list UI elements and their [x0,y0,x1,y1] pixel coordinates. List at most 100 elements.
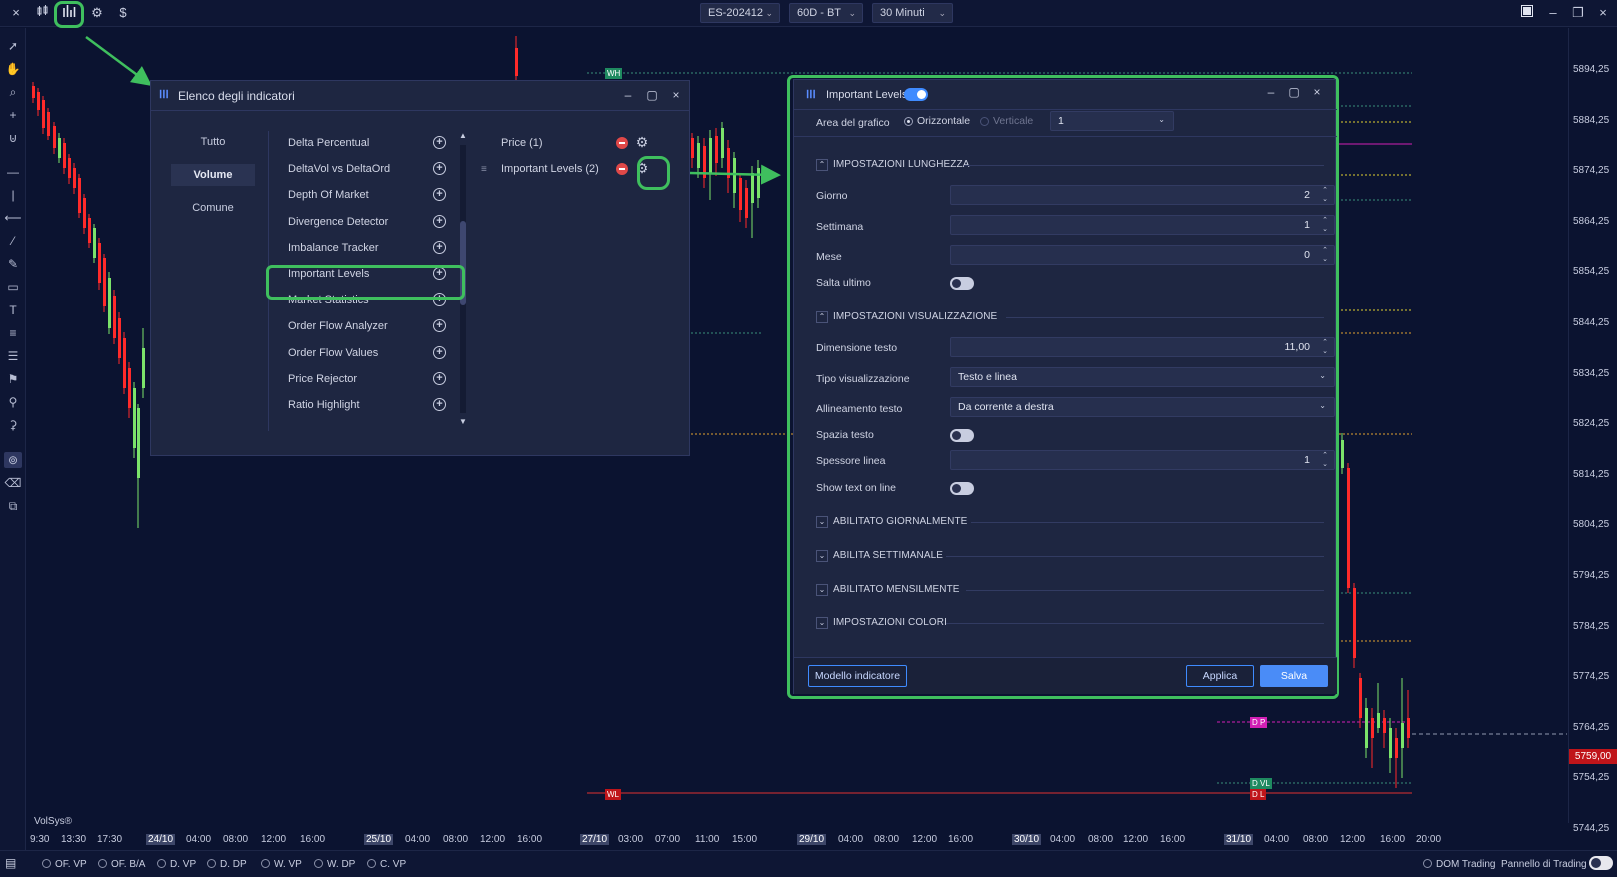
indicator-row[interactable]: Order Flow Values + [288,343,462,365]
stepper-icon[interactable]: ⌃ ⌄ [1322,186,1328,204]
stepper-icon[interactable]: ⌃ ⌄ [1322,451,1328,469]
category-comune[interactable]: Comune [171,197,255,219]
category-tutto[interactable]: Tutto [171,131,255,153]
section-weekly[interactable]: ⌄ ABILITA SETTIMANALE [816,550,1324,564]
maximize-icon[interactable]: ▢ [645,88,659,102]
restore-icon[interactable]: ❐ [1569,4,1587,22]
magnet-icon[interactable]: ⊍ [4,130,22,146]
add-indicator-icon[interactable]: + [433,240,446,254]
horizontal-line-icon[interactable]: — [4,164,22,180]
add-indicator-icon[interactable]: + [433,398,446,411]
status-item[interactable]: W. DP [314,859,355,870]
allineamento-select[interactable]: Da corrente a destra ⌄ [950,397,1335,417]
indicator-row[interactable]: Price Rejector + [288,369,462,391]
stepper-icon[interactable]: ⌃ ⌄ [1322,338,1328,356]
apply-button[interactable]: Applica [1186,665,1254,687]
close-window-icon[interactable]: × [1594,4,1612,22]
remove-indicator-icon[interactable] [616,163,628,175]
section-length[interactable]: ⌃ IMPOSTAZIONI LUNGHEZZA [816,159,1324,173]
indicator-window-titlebar[interactable]: ⅠⅠⅠ Elenco degli indicatori – ▢ × [151,81,689,111]
status-item[interactable]: OF. B/A [98,859,145,870]
indicator-template-button[interactable]: Modello indicatore [808,665,907,687]
time-axis[interactable]: 9:30 13:30 17:30 24/10 04:00 08:00 12:00 16:00 2… [27,832,1567,849]
lines-icon[interactable]: ≡ [4,325,22,341]
hand-icon[interactable]: ✋ [4,61,22,77]
fib-icon[interactable]: ☰ [4,348,22,364]
eraser-icon[interactable]: ⌫ [4,475,22,491]
scroll-up-icon[interactable]: ▲ [459,131,467,141]
ray-icon[interactable]: ⟵ [4,210,22,226]
layout-icon[interactable] [1518,4,1536,22]
add-indicator-icon[interactable]: + [433,136,446,149]
trendline-icon[interactable]: ⁄ [4,233,22,249]
scroll-down-icon[interactable]: ▼ [459,417,467,427]
stepper-icon[interactable]: ⌃ ⌄ [1322,246,1328,264]
indicator-row[interactable]: DeltaVol vs DeltaOrd + [288,159,462,181]
minimize-icon[interactable]: – [621,88,635,102]
status-item[interactable]: W. VP [261,859,302,870]
show-text-toggle[interactable] [950,482,974,495]
close-icon[interactable]: × [669,88,683,102]
add-indicator-icon[interactable]: + [433,371,446,385]
orientation-horizontal-radio[interactable] [904,117,913,126]
measure-icon[interactable]: ⚳ [4,417,22,433]
add-indicator-icon[interactable]: + [433,214,446,228]
add-indicator-icon[interactable]: + [433,345,446,359]
dim-testo-input[interactable]: 11,00 ⌃ ⌄ [950,337,1335,357]
orientation-vertical-radio[interactable] [980,117,989,126]
giorno-input[interactable]: 2 ⌃ ⌄ [950,185,1335,205]
status-item[interactable]: OF. VP [42,859,87,870]
price-note-icon[interactable]: ⚲ [4,394,22,410]
close-icon[interactable]: × [1310,85,1324,99]
mese-input[interactable]: 0 ⌃ ⌄ [950,245,1335,265]
terminal-icon[interactable]: ▤ [5,856,19,870]
active-indicator-row[interactable]: Price (1) ⚙ [491,133,666,155]
section-colors[interactable]: ⌄ IMPOSTAZIONI COLORI [816,617,1324,631]
zoom-icon[interactable]: ⌕ [4,84,22,100]
minimize-icon[interactable]: – [1544,4,1562,22]
status-item[interactable]: C. VP [367,859,406,870]
add-indicator-icon[interactable]: + [433,162,446,176]
indicator-row[interactable]: Delta Percentual + [288,133,462,155]
dollar-icon[interactable]: $ [113,4,133,22]
indicator-row[interactable]: Imbalance Tracker + [288,238,462,260]
maximize-icon[interactable]: ▢ [1287,85,1301,99]
cursor-icon[interactable]: ➚ [4,38,22,54]
settimana-input[interactable]: 1 ⌃ ⌄ [950,215,1335,235]
section-monthly[interactable]: ⌄ ABILITATO MENSILMENTE [816,584,1324,598]
close-icon[interactable]: × [6,4,26,22]
brush-icon[interactable]: ✎ [4,256,22,272]
indicator-row[interactable]: Depth Of Market + [288,185,462,207]
add-indicator-icon[interactable]: + [433,188,446,202]
timeframe-select[interactable]: 30 Minuti ⌄ [872,3,953,23]
lock-icon[interactable]: ⊚ [4,452,22,468]
section-daily[interactable]: ⌄ ABILITATO GIORNALMENTE [816,516,1324,530]
indicator-row[interactable]: Divergence Detector + [288,212,462,234]
layers-icon[interactable]: ⧉ [4,498,22,514]
candles-icon[interactable] [33,4,53,22]
remove-indicator-icon[interactable] [616,137,628,149]
vertical-line-icon[interactable]: | [4,187,22,203]
category-volume[interactable]: Volume [171,164,255,186]
drag-handle-icon[interactable]: ≡ [481,164,487,175]
indicator-enabled-toggle[interactable] [904,88,928,101]
chart-area-select[interactable]: 1 ⌄ [1050,111,1174,131]
indicator-row[interactable]: Ratio Highlight + [288,395,462,417]
spazia-testo-toggle[interactable] [950,429,974,442]
stepper-icon[interactable]: ⌃ ⌄ [1322,216,1328,234]
salta-ultimo-toggle[interactable] [950,277,974,290]
settings-gear-icon[interactable]: ⚙ [87,4,107,22]
indicator-row[interactable]: Order Flow Analyzer + [288,316,462,338]
price-axis[interactable]: 5894,25 5884,25 5874,25 5864,25 5854,25 5844,… [1568,28,1617,834]
status-item[interactable]: D. VP [157,859,196,870]
dom-trading-toggle[interactable]: DOM Trading [1423,859,1495,870]
indicator-settings-gear-icon[interactable]: ⚙ [634,134,650,150]
trading-panel-toggle[interactable] [1589,856,1613,870]
add-indicator-icon[interactable]: + [433,319,446,333]
text-icon[interactable]: T [4,302,22,318]
section-display[interactable]: ⌃ IMPOSTAZIONI VISUALIZZAZIONE [816,311,1324,325]
range-select[interactable]: 60D - BT ⌄ [789,3,863,23]
flag-icon[interactable]: ⚑ [4,371,22,387]
save-button[interactable]: Salva [1260,665,1328,687]
minimize-icon[interactable]: – [1264,85,1278,99]
